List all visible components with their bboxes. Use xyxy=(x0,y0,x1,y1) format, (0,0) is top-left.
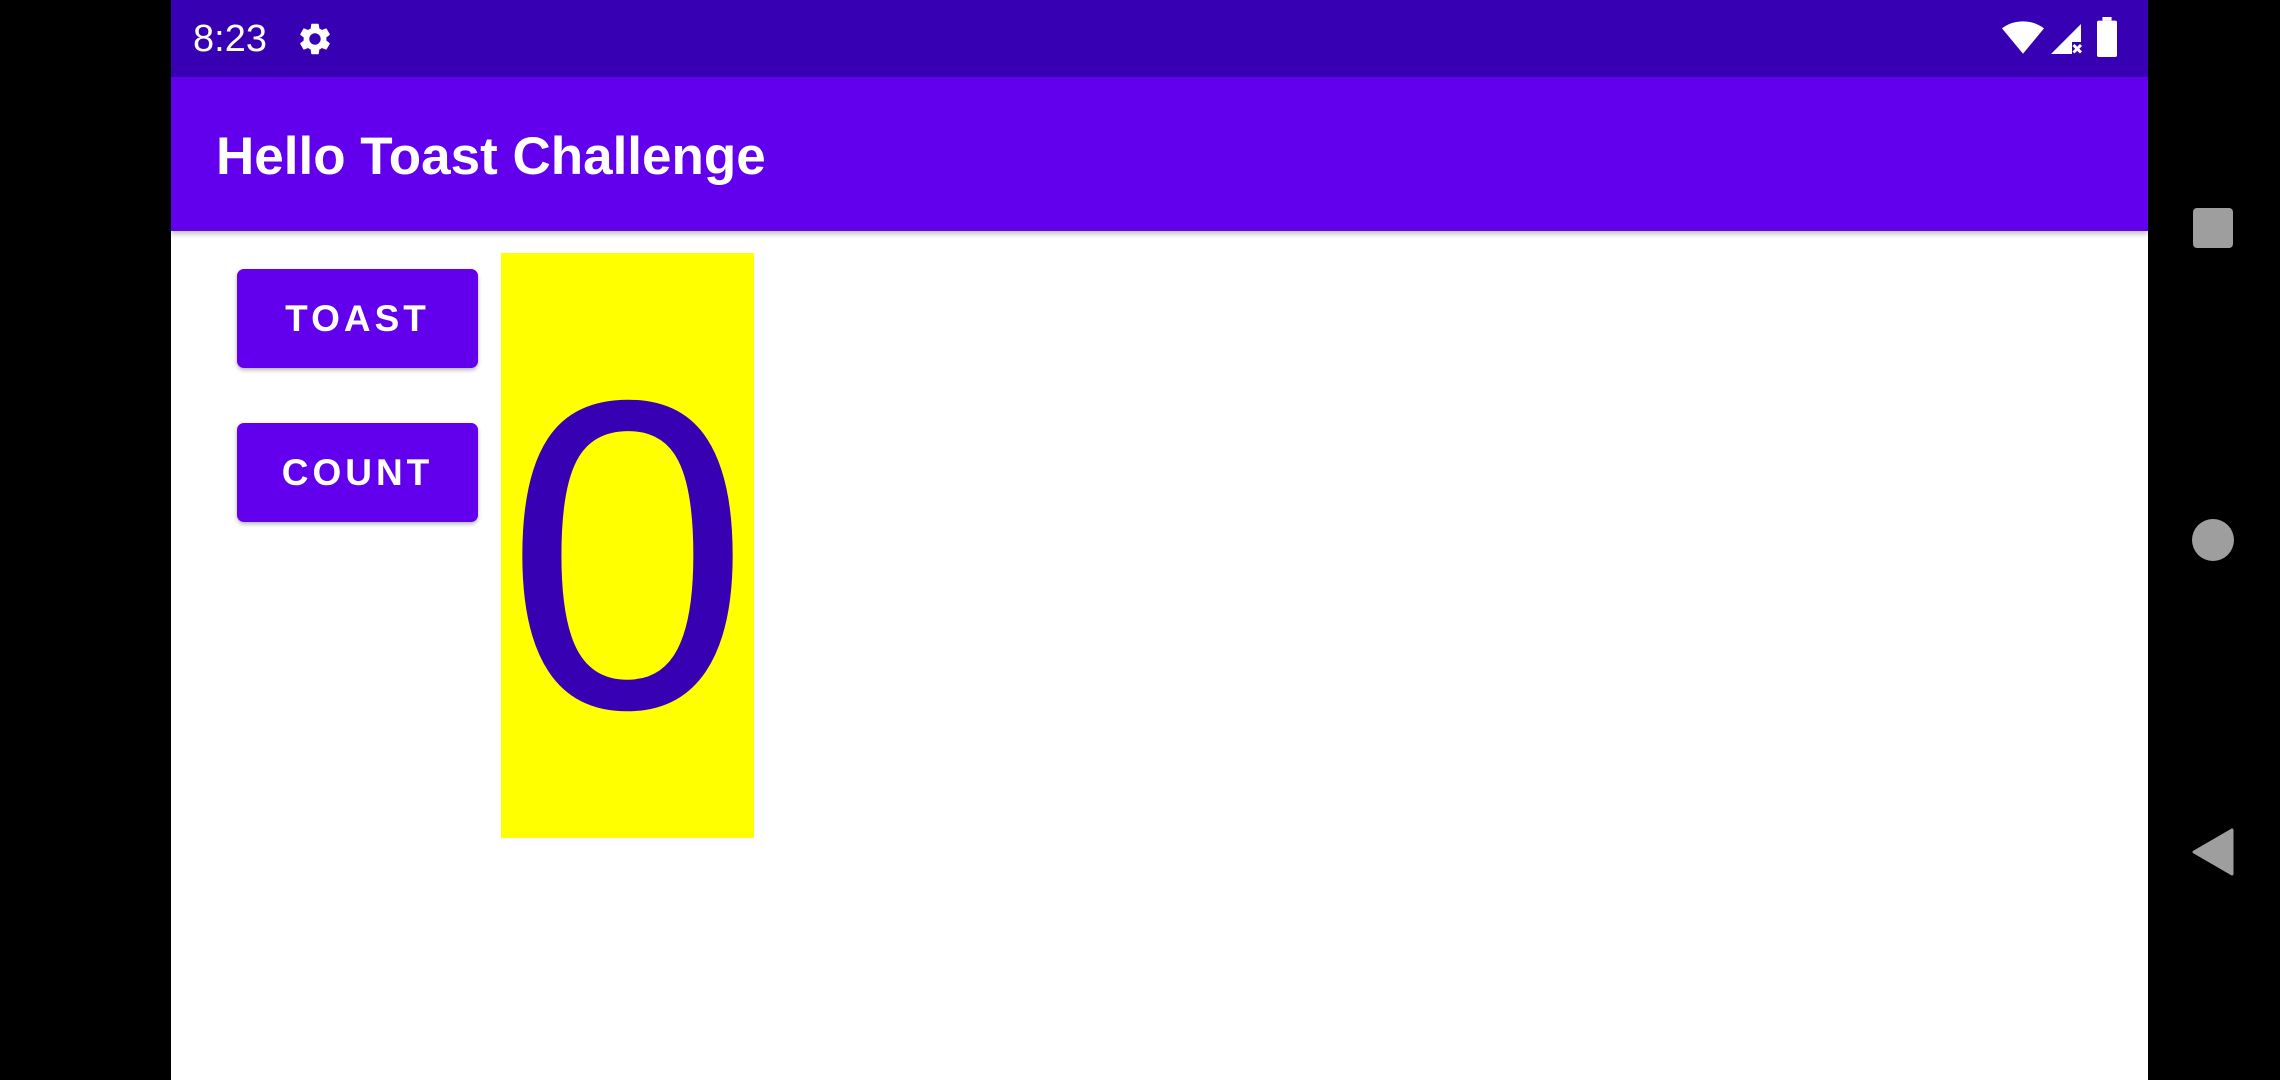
status-time: 8:23 xyxy=(193,18,267,60)
status-bar: 8:23 xyxy=(171,0,2148,77)
battery-icon xyxy=(2097,17,2117,57)
count-value: 0 xyxy=(505,309,750,801)
gear-icon xyxy=(300,23,330,55)
toast-button[interactable]: TOAST xyxy=(237,269,478,368)
back-icon[interactable] xyxy=(2192,828,2236,876)
count-button[interactable]: COUNT xyxy=(237,423,478,522)
app-bar: Hello Toast Challenge xyxy=(171,77,2148,231)
signal-icon xyxy=(2051,24,2083,54)
app-title: Hello Toast Challenge xyxy=(216,127,766,186)
recents-icon[interactable] xyxy=(2193,208,2233,248)
count-display: 0 xyxy=(501,253,754,838)
navigation-bar xyxy=(2148,0,2280,1080)
wifi-icon xyxy=(2002,21,2044,54)
home-icon[interactable] xyxy=(2192,519,2234,561)
app-screen: 8:23 Hello Toast Challenge TOAST COUNT 0 xyxy=(171,0,2148,1080)
